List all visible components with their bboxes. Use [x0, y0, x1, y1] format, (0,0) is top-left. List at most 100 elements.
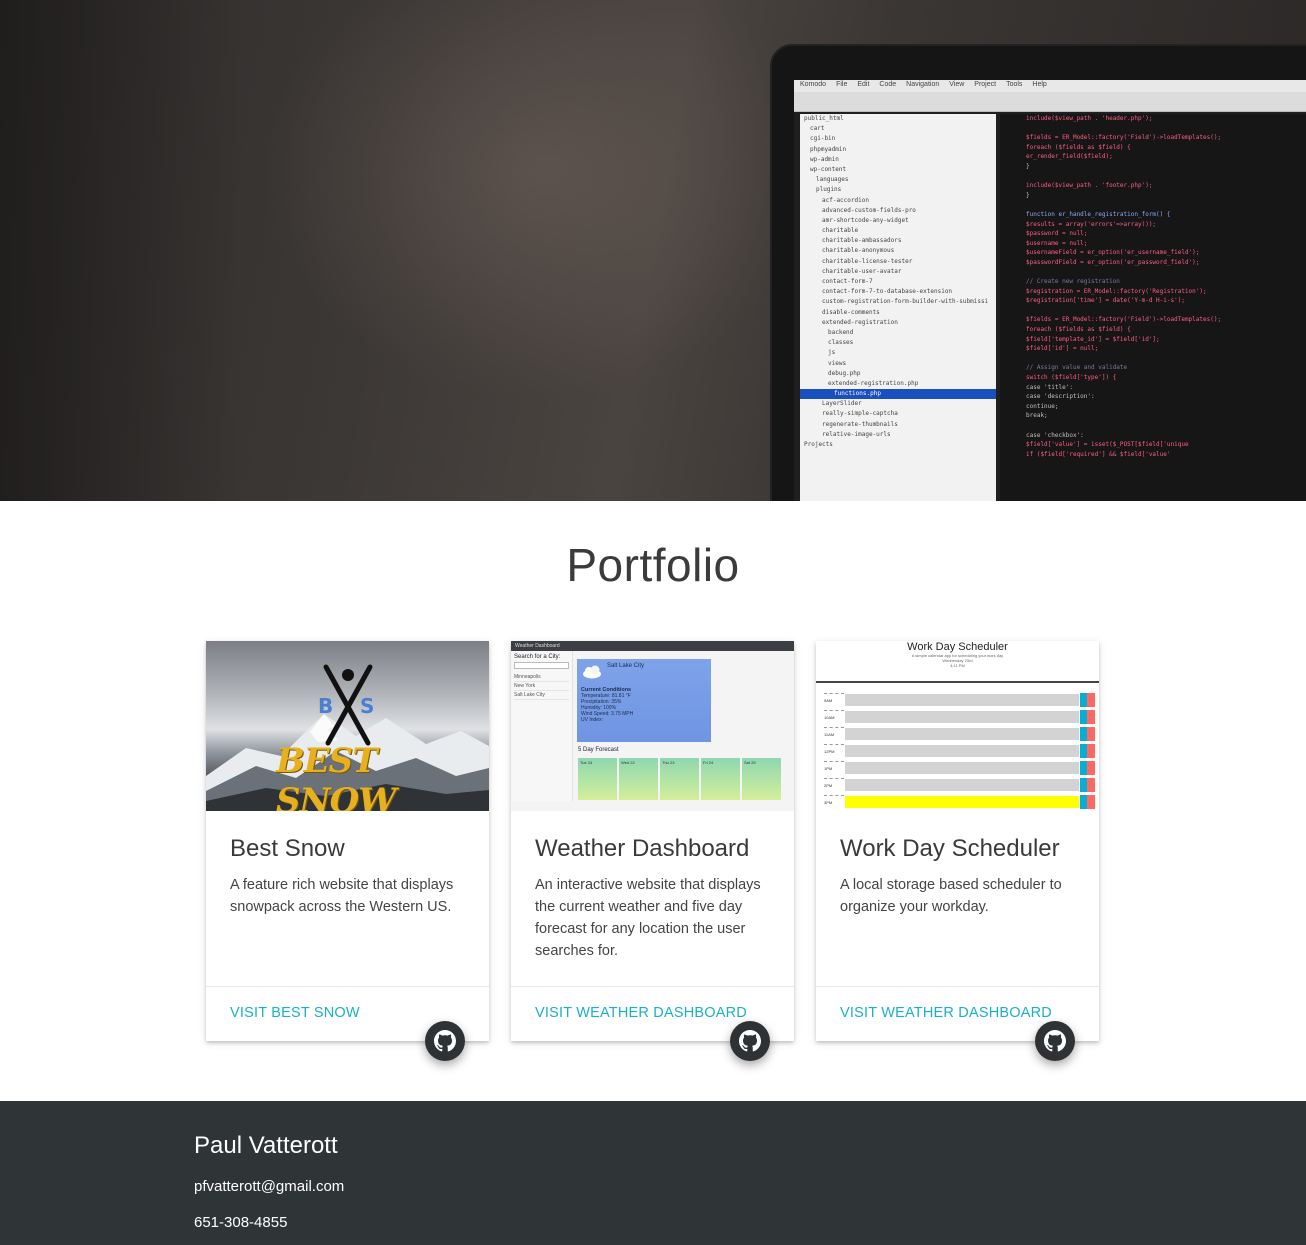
scheduler-thumb-textarea	[844, 778, 1080, 792]
editor-tree-item: charitable	[822, 227, 859, 235]
weather-dashboard-thumbnail[interactable]: Weather Dashboard Search for a City: Min…	[511, 641, 794, 811]
editor-menu-item: Help	[1032, 81, 1047, 88]
github-icon	[434, 1030, 456, 1052]
delete-icon	[1087, 693, 1095, 707]
card-description: A local storage based scheduler to organ…	[840, 877, 1062, 915]
weather-thumb-day: Tue 24	[578, 758, 617, 800]
editor-code-line: case 'title':	[1026, 383, 1073, 391]
editor-code-line	[1000, 124, 1306, 134]
scheduler-thumb-row: 2PM	[824, 778, 1097, 792]
editor-tree-item: debug.php	[828, 369, 861, 377]
scheduler-thumb-textarea	[844, 693, 1080, 707]
editor-code-line: }	[1026, 162, 1030, 170]
editor-code-pane: include($view_path . 'header.php'); $fiel…	[1000, 114, 1306, 501]
portfolio-card-best-snow: B S BEST SNOW Best Snow A feature rich w…	[206, 641, 489, 1061]
save-icon	[1080, 778, 1087, 792]
delete-icon	[1087, 761, 1095, 775]
best-snow-thumbnail[interactable]: B S BEST SNOW	[206, 641, 489, 811]
editor-menu-item: Code	[879, 81, 897, 88]
card-title: Weather Dashboard	[535, 835, 750, 862]
github-button-weather-dashboard[interactable]	[730, 1021, 770, 1061]
delete-icon	[1087, 727, 1095, 741]
editor-tree-item: really-simple-captcha	[822, 410, 898, 418]
editor-code-line	[1000, 354, 1306, 364]
github-button-work-day-scheduler[interactable]	[1035, 1021, 1075, 1061]
editor-tree-item: Projects	[804, 441, 833, 448]
editor-code-line: case 'description':	[1026, 393, 1095, 401]
editor-code-line: }	[1026, 191, 1030, 199]
editor-code-line: foreach ($fields as $field) {	[1026, 326, 1131, 334]
editor-code-line: foreach ($fields as $field) {	[1026, 143, 1131, 151]
scheduler-thumb-rule	[816, 681, 1099, 683]
weather-thumb-condition: UV Index:	[581, 717, 603, 723]
editor-code-line	[1000, 200, 1306, 210]
scheduler-thumb-hour: 1PM	[824, 761, 844, 775]
weather-thumb-search-box	[514, 662, 569, 669]
save-icon	[1080, 710, 1087, 724]
weather-thumb-header: Weather Dashboard	[511, 641, 794, 651]
card-divider	[816, 986, 1099, 987]
scheduler-thumb-hour: 9AM	[824, 693, 844, 707]
weather-thumb-city: New York	[514, 682, 569, 691]
card-divider	[206, 986, 489, 987]
editor-tree-item: charitable-anonymous	[822, 247, 895, 255]
footer-email[interactable]: pfvatterott@gmail.com	[194, 1178, 344, 1195]
visit-work-day-scheduler-link[interactable]: VISIT WEATHER DASHBOARD	[840, 1005, 1052, 1021]
footer-phone[interactable]: 651-308-4855	[194, 1214, 287, 1231]
editor-tree-item: relative-image-urls	[822, 430, 891, 438]
editor-code-line: if ($field['required'] && $field['value'	[1026, 450, 1171, 458]
scheduler-thumb-textarea	[844, 727, 1080, 741]
editor-tree-item: languages	[816, 176, 849, 184]
editor-tree-item: classes	[828, 339, 854, 347]
visit-weather-dashboard-link[interactable]: VISIT WEATHER DASHBOARD	[535, 1005, 747, 1021]
visit-best-snow-link[interactable]: VISIT BEST SNOW	[230, 1005, 360, 1021]
editor-tree-item: cgi-bin	[810, 135, 836, 143]
editor-toolbar	[794, 92, 1306, 112]
hero-shade	[0, 0, 240, 501]
card-description: A feature rich website that displays sno…	[230, 877, 454, 915]
svg-text:S: S	[360, 694, 374, 718]
scheduler-thumb-row: 9AM	[824, 693, 1097, 707]
editor-tree-item: LayerSlider	[822, 400, 862, 408]
editor-code-line	[1000, 421, 1306, 431]
editor-code-line: break;	[1026, 412, 1048, 420]
work-day-scheduler-thumbnail[interactable]: Work Day Scheduler A simple calendar app…	[816, 641, 1099, 811]
editor-code-line: $field['id'] = null;	[1026, 345, 1099, 353]
weather-thumb-day: Sat 25	[742, 758, 781, 800]
editor-code-line: $fields = ER_Model::factory('Field')->lo…	[1026, 316, 1222, 324]
editor-tree-item: charitable-user-avatar	[822, 267, 902, 275]
editor-tree-item: functions.php	[800, 389, 996, 400]
editor-tree-item: phpmyadmin	[810, 145, 847, 153]
editor-code-line: $results = array('errors'=>array());	[1026, 220, 1157, 228]
editor-file-tree: public_html cart cgi-bin phpmyadmin wp-admin…	[800, 114, 996, 501]
editor-menu-item: Tools	[1006, 81, 1023, 88]
editor-tree-item: acf-accordion	[822, 196, 869, 204]
card-description: An interactive website that displays the…	[535, 877, 761, 959]
editor-tree-item: contact-form-7	[822, 278, 873, 285]
scheduler-thumb-textarea	[844, 710, 1080, 724]
weather-thumb-current: Salt Lake City Current Conditions Temper…	[577, 659, 711, 742]
editor-tree-item: js	[828, 349, 836, 357]
github-button-best-snow[interactable]	[425, 1021, 465, 1061]
editor-code-line	[1000, 268, 1306, 278]
hero-wall-light	[260, 0, 820, 400]
card-divider	[511, 986, 794, 987]
scheduler-thumb-hour: 10AM	[824, 710, 844, 724]
weather-thumb-day: Thu 23	[660, 758, 699, 800]
scheduler-thumb-hour: 11AM	[824, 727, 844, 741]
weather-thumb-city-name: Salt Lake City	[607, 663, 645, 669]
editor-code-line: function er_handle_registration_form() {	[1026, 210, 1171, 218]
editor-menu-item: Project	[974, 81, 997, 88]
editor-code-line: include($view_path . 'footer.php');	[1026, 182, 1153, 190]
save-icon	[1080, 744, 1087, 758]
editor-menu-item: Komodo	[800, 81, 827, 88]
weather-thumb-sidebar: Search for a City: Minneapolis New York …	[511, 651, 573, 801]
editor-code-line: $field['template_id'] = $field['id'];	[1026, 335, 1160, 343]
weather-thumb-city: Minneapolis	[514, 673, 569, 682]
weather-thumb-forecast-title: 5 Day Forecast	[578, 747, 619, 753]
scheduler-thumb-row: 3PM	[824, 795, 1097, 809]
editor-tree-item: charitable-ambassadors	[822, 237, 902, 245]
scheduler-thumb-hour: 12PM	[824, 744, 844, 758]
card-title: Best Snow	[230, 835, 345, 862]
scheduler-thumb-row: 11AM	[824, 727, 1097, 741]
